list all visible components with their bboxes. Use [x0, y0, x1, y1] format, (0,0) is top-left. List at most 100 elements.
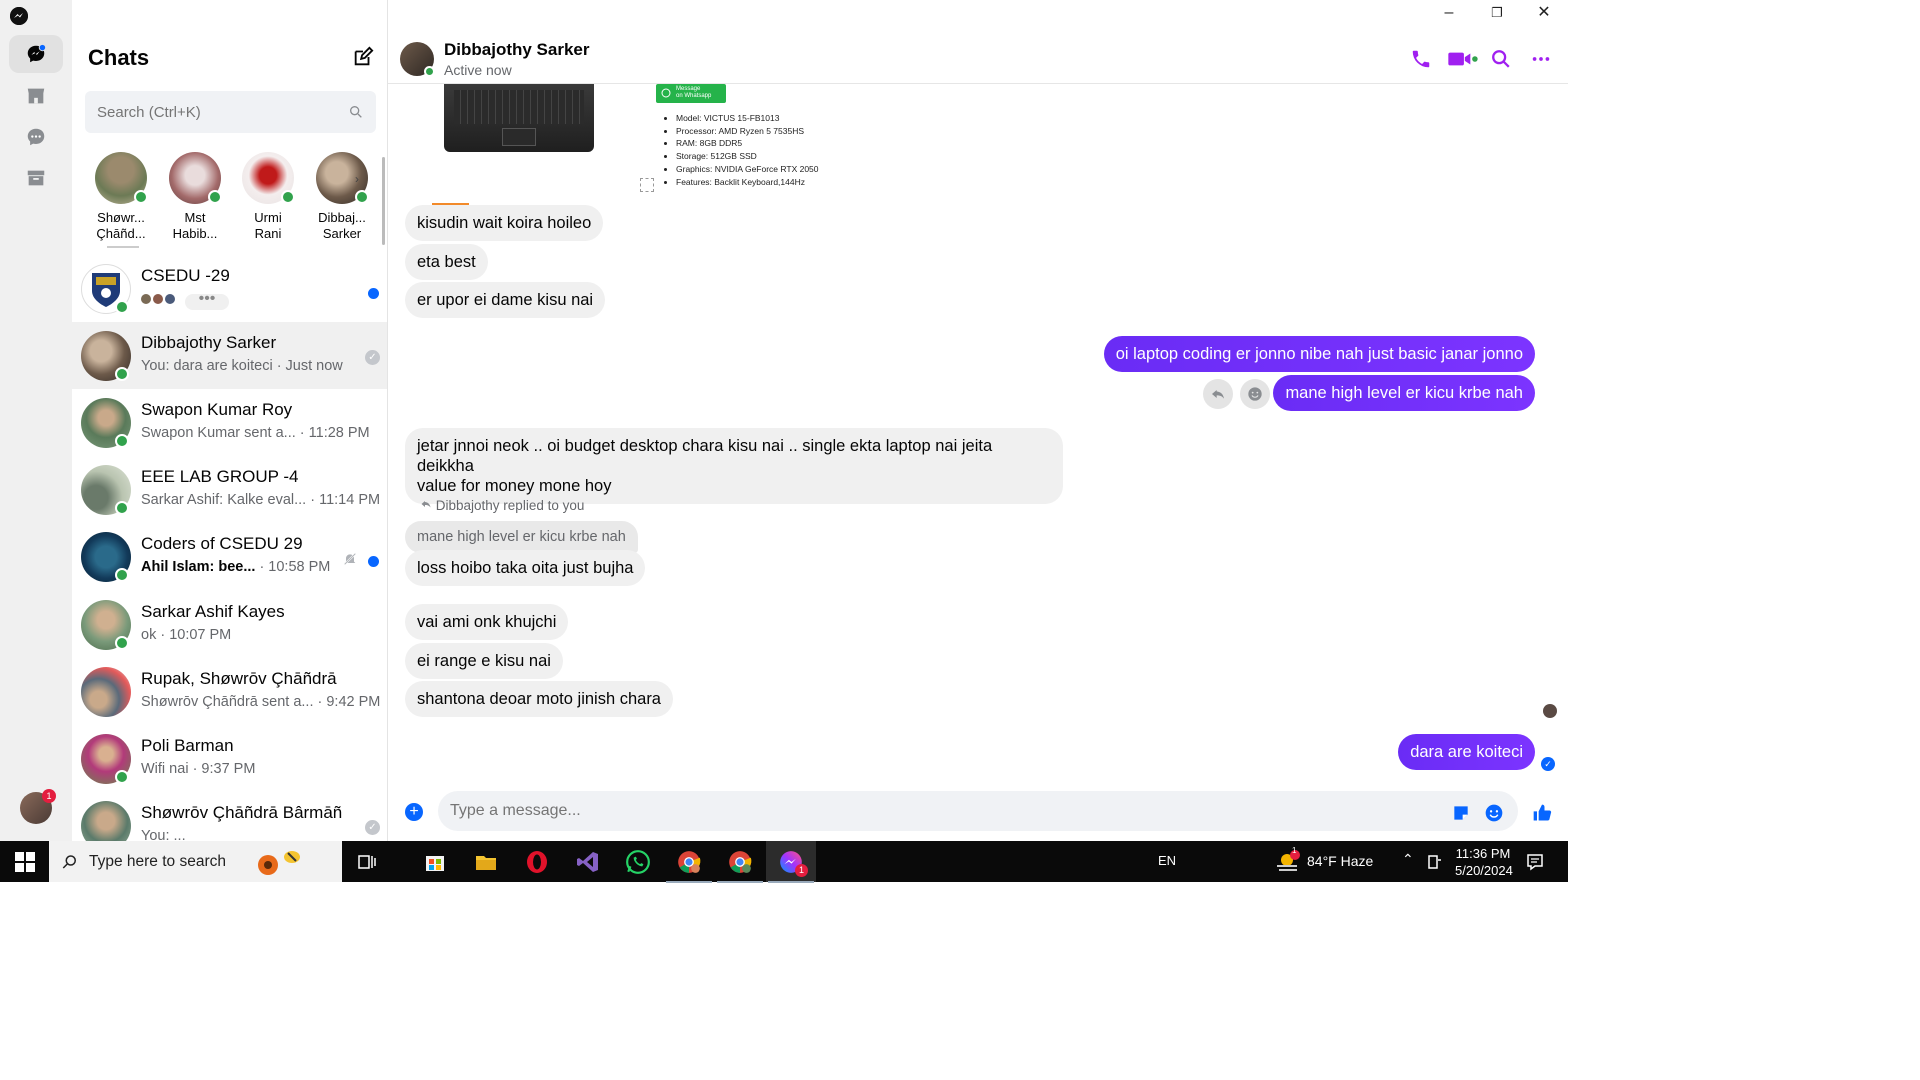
language-indicator[interactable]: EN [1158, 853, 1176, 868]
minimize-button[interactable]: – [1440, 4, 1458, 22]
profile-avatar[interactable]: 1 [20, 789, 56, 824]
chat-preview: Wifi nai · 9:37 PM [141, 761, 256, 777]
device-icon[interactable] [1426, 854, 1442, 870]
chat-row-rupak-showrov[interactable]: Rupak, Shøwrōv Çhāñdrā Shøwrōv Çhāñdrā s… [72, 658, 387, 725]
add-attachment-button[interactable]: + [405, 803, 423, 821]
message-incoming[interactable]: eta best [405, 244, 488, 280]
opera-icon [527, 851, 547, 873]
taskbar-store[interactable] [420, 847, 450, 877]
taskbar-chrome-2[interactable] [717, 847, 763, 883]
reply-indicator: Dibbajothy replied to you [420, 498, 584, 513]
laptop-image [444, 84, 594, 152]
message-input[interactable] [450, 802, 1506, 820]
expand-icon[interactable] [640, 178, 654, 192]
scrollbar[interactable] [382, 157, 385, 245]
weather-badge: 1 [1292, 846, 1297, 855]
active-contact[interactable]: Dibbaj... Sarker [307, 152, 377, 242]
chat-row-showrov-barman[interactable]: Shøwrōv Çhāñdrā Bârmāñ You: ... ✓ [72, 792, 387, 841]
taskbar-whatsapp[interactable] [623, 847, 653, 877]
message-box[interactable] [438, 791, 1518, 831]
taskbar-opera[interactable] [522, 847, 552, 877]
message-incoming[interactable]: ei range e kisu nai [405, 643, 563, 679]
weather-haze-icon[interactable] [1275, 850, 1301, 874]
chat-row-csedu29[interactable]: CSEDU -29 ••• [72, 255, 387, 322]
seen-check-icon: ✓ [365, 820, 380, 835]
chat-row-eee-lab[interactable]: EEE LAB GROUP -4 Sarkar Ashif: Kalke eva… [72, 456, 387, 523]
rail-marketplace-button[interactable] [9, 77, 63, 115]
react-button[interactable] [1240, 379, 1270, 409]
task-view-button[interactable] [352, 847, 382, 877]
windows-start-icon[interactable] [15, 852, 35, 872]
close-button[interactable]: ✕ [1535, 4, 1553, 22]
search-input[interactable] [97, 103, 348, 121]
chat-title: Rupak, Shøwrōv Çhāñdrā [141, 669, 337, 688]
message-incoming[interactable]: kisudin wait koira hoileo [405, 205, 604, 241]
taskbar-visual-studio[interactable] [573, 847, 603, 877]
message-outgoing[interactable]: oi laptop coding er jonno nibe nah just … [1103, 336, 1535, 372]
chat-preview: Swapon Kumar sent a... · 11:28 PM [141, 425, 370, 441]
audio-call-button[interactable] [1410, 48, 1432, 70]
rail-requests-button[interactable] [9, 118, 63, 156]
strip-indicator [107, 246, 139, 248]
message-incoming[interactable]: shantona deoar moto jinish chara [405, 681, 673, 717]
active-contact[interactable]: Mst Habib... [160, 152, 230, 242]
whatsapp-icon [661, 88, 671, 98]
message-incoming[interactable]: vai ami onk khujchi [405, 604, 569, 640]
notifications-icon[interactable] [1526, 853, 1544, 871]
chat-title: Shøwrōv Çhāñdrā Bârmāñ [141, 803, 343, 822]
weather-text[interactable]: 84°F Haze [1307, 853, 1373, 869]
message-incoming[interactable]: jetar jnnoi neok .. oi budget desktop ch… [405, 428, 1063, 504]
compose-button[interactable] [352, 46, 374, 68]
conversation-name[interactable]: Dibbajothy Sarker [444, 40, 590, 60]
online-indicator [115, 367, 129, 381]
message-incoming[interactable]: loss hoibo taka oita just bujha [405, 550, 646, 586]
avatar [95, 152, 148, 204]
chat-preview: Ahil Islam: bee... · 10:58 PM [141, 559, 331, 575]
taskbar-chrome-1[interactable] [666, 847, 712, 883]
chat-title: Dibbajothy Sarker [141, 333, 277, 352]
archive-icon [27, 170, 45, 186]
sticker-icon[interactable] [1451, 803, 1471, 823]
online-indicator [281, 190, 295, 204]
reply-button[interactable] [1203, 379, 1233, 409]
profile-badge: 1 [42, 789, 56, 803]
clock[interactable]: 11:36 PM 5/20/2024 [1455, 845, 1513, 879]
chats-panel: Chats Shøwr...Çhāñd... MstHabib... UrmiR… [72, 0, 388, 841]
message-outgoing[interactable]: mane high level er kicu krbe nah [1273, 375, 1535, 411]
taskbar-messenger[interactable]: 1 [768, 847, 814, 883]
taskbar-search[interactable]: Type here to search [49, 841, 342, 882]
taskbar-file-explorer[interactable] [471, 847, 501, 877]
search-conversation-button[interactable] [1490, 48, 1512, 70]
chevron-right-icon[interactable]: › [355, 172, 369, 186]
unread-dot [368, 556, 379, 567]
chevron-up-icon[interactable]: ⌃ [1402, 851, 1414, 868]
restore-button[interactable]: ❐ [1488, 4, 1506, 22]
more-options-button[interactable] [1530, 48, 1552, 70]
chat-row-dibbajothy[interactable]: Dibbajothy Sarker You: dara are koiteci … [72, 322, 387, 389]
chat-row-poli-barman[interactable]: Poli Barman Wifi nai · 9:37 PM [72, 725, 387, 792]
new-message-icon [354, 46, 374, 66]
video-call-button[interactable] [1446, 48, 1480, 70]
like-icon[interactable] [1532, 803, 1552, 823]
message-incoming[interactable]: er upor ei dame kisu nai [405, 282, 606, 318]
active-contact[interactable]: Urmi Rani [233, 152, 303, 242]
rail-archive-button[interactable] [9, 159, 63, 197]
emoji-icon[interactable] [1484, 803, 1504, 823]
shared-image[interactable]: Messageon Whatsapp Model: VICTUS 15-FB10… [408, 84, 828, 196]
message-outgoing[interactable]: dara are koiteci [1398, 734, 1535, 770]
search-box[interactable] [85, 91, 376, 133]
chat-title: Swapon Kumar Roy [141, 400, 293, 419]
active-contact[interactable]: Shøwr... Çhāñd... [86, 152, 156, 242]
quoted-message[interactable]: mane high level er kicu krbe nah [405, 521, 638, 553]
whatsapp-icon [626, 850, 650, 874]
task-view-icon [358, 855, 376, 869]
chat-row-swapon[interactable]: Swapon Kumar Roy Swapon Kumar sent a... … [72, 389, 387, 456]
search-highlight-flower-icon [258, 850, 300, 875]
spec-list: Model: VICTUS 15-FB1013 Processor: AMD R… [676, 112, 819, 188]
online-indicator [115, 501, 129, 515]
chat-row-coders-csedu[interactable]: Coders of CSEDU 29 Ahil Islam: bee... · … [72, 523, 387, 590]
avatar [169, 152, 222, 204]
rail-chats-button[interactable] [9, 35, 63, 73]
chat-row-sarkar-ashif[interactable]: Sarkar Ashif Kayes ok · 10:07 PM [72, 591, 387, 658]
seen-by-avatars: ••• [141, 291, 229, 310]
